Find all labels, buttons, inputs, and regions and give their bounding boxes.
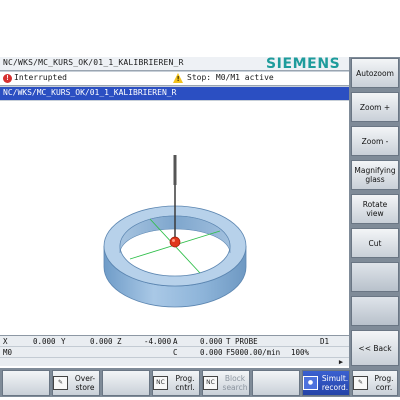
c-axis-value: 0.000 [200, 348, 223, 357]
simult-record-label: Simult. record. [321, 374, 349, 392]
prog-control-icon: NC [153, 376, 168, 390]
m-function: M0 [3, 348, 13, 357]
zoom-in-button[interactable]: Zoom + [351, 92, 399, 122]
x-axis-label: X [3, 337, 8, 346]
title-bar: NC/WKS/MC_KURS_OK/01_1_KALIBRIEREN_R SIE… [0, 56, 349, 72]
warning-triangle-icon: ! [173, 73, 183, 83]
y-axis-label: Y [61, 337, 66, 346]
x-axis-value: 0.000 [33, 337, 56, 346]
horizontal-softkey-3[interactable] [102, 370, 150, 396]
magnifying-glass-button[interactable]: Magnifying glass [351, 160, 399, 190]
feedrate: F5000.00/min [226, 348, 281, 357]
block-search-button[interactable]: NC Block search [202, 370, 250, 396]
alarm-message: Stop: M0/M1 active [187, 73, 274, 82]
a-axis-label: A [173, 337, 178, 346]
cut-button[interactable]: Cut [351, 228, 399, 258]
horizontal-softkey-bar: ✎ Over-store NC Prog. cntrl. NC Block se… [0, 368, 400, 397]
zoom-out-button[interactable]: Zoom - [351, 126, 399, 156]
channel-status: ! Interrupted [0, 72, 170, 85]
horizontal-softkey-1[interactable] [2, 370, 50, 396]
block-search-label: Block search [222, 374, 248, 392]
block-search-icon: NC [203, 376, 218, 390]
position-line-1: X 0.000 Y 0.000 Z -4.000 A 0.000 T PROBE… [0, 335, 349, 346]
prog-control-button[interactable]: NC Prog. cntrl. [152, 370, 200, 396]
tool-offset: D1 [320, 337, 330, 346]
feed-override: 100% [291, 348, 310, 357]
status-bar: ! Interrupted ! Stop: M0/M1 active [0, 72, 349, 86]
channel-status-text: Interrupted [14, 73, 67, 82]
hmi-screen: NC/WKS/MC_KURS_OK/01_1_KALIBRIEREN_R SIE… [0, 56, 400, 397]
vertical-softkey-7[interactable] [351, 262, 399, 292]
horizontal-softkey-6[interactable] [252, 370, 300, 396]
a-axis-value: 0.000 [200, 337, 223, 346]
simult-record-button[interactable]: ● Simult. record. [302, 370, 350, 396]
simult-record-icon: ● [303, 376, 318, 390]
tool-name: T PROBE [226, 337, 258, 346]
selected-program-bar[interactable]: NC/WKS/MC_KURS_OK/01_1_KALIBRIEREN_R [0, 87, 349, 100]
z-axis-value: -4.000 [144, 337, 172, 346]
overstore-label: Over-store [74, 374, 96, 392]
simulation-view[interactable] [0, 101, 349, 335]
prog-control-label: Prog. cntrl. [175, 374, 195, 392]
rotate-view-button[interactable]: Rotate view [351, 194, 399, 224]
position-line-2: M0 C 0.000 F5000.00/min 100% [0, 346, 349, 357]
y-axis-value: 0.000 [90, 337, 113, 346]
overstore-button[interactable]: ✎ Over-store [52, 370, 100, 396]
prog-corr-label: Prog. corr. [374, 374, 394, 392]
z-axis-label: Z [117, 337, 122, 346]
siemens-logo: SIEMENS [266, 56, 341, 72]
scroll-right-icon[interactable]: ▶ [336, 358, 346, 366]
simulation-graphic [103, 155, 247, 308]
selected-program-path: NC/WKS/MC_KURS_OK/01_1_KALIBRIEREN_R [3, 88, 177, 97]
scroll-row: ▶ [0, 357, 349, 366]
c-axis-label: C [173, 348, 178, 357]
program-path: NC/WKS/MC_KURS_OK/01_1_KALIBRIEREN_R [3, 58, 184, 67]
autozoom-button[interactable]: Autozoom [351, 58, 399, 88]
vertical-softkey-8[interactable] [351, 296, 399, 326]
vertical-softkey-bar: Autozoom Zoom + Zoom - Magnifying glass … [349, 57, 400, 368]
back-button[interactable]: << Back [351, 330, 399, 366]
interrupt-icon: ! [3, 74, 12, 83]
overstore-icon: ✎ [53, 376, 68, 390]
prog-corr-icon: ✎ [353, 376, 368, 390]
prog-corr-button[interactable]: ✎ Prog. corr. [352, 370, 398, 396]
